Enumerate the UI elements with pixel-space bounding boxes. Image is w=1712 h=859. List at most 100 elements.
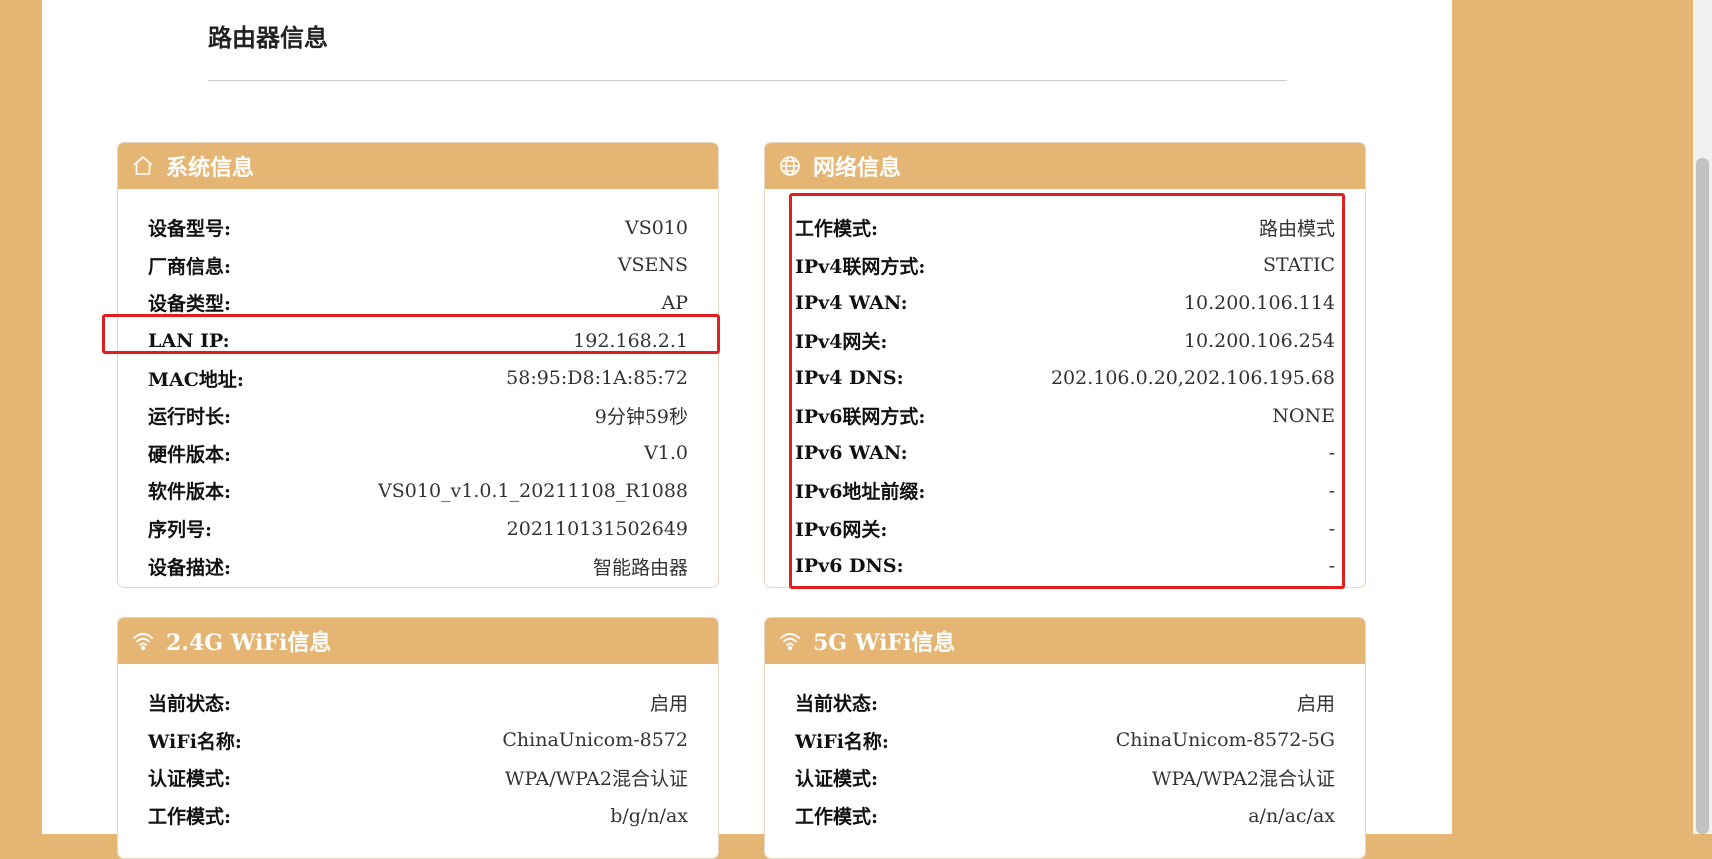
- info-row-value: V1.0: [644, 442, 688, 465]
- info-row-label: 认证模式:: [148, 768, 232, 791]
- info-row-label: IPv6地址前缀:: [795, 481, 926, 504]
- router-info-page: 路由器信息 系统信息 设备型号: VS010 厂商信息: VSENS 设备类型: AP LA…: [42, 0, 1452, 859]
- info-row: IPv6 DNS: -: [795, 547, 1335, 585]
- vertical-scrollbar[interactable]: [1693, 0, 1712, 834]
- info-row: IPv6 WAN: -: [795, 435, 1335, 473]
- info-row-label: LAN IP:: [148, 329, 230, 352]
- info-row-label: IPv4网关:: [795, 331, 888, 354]
- info-row-value: ChinaUnicom-8572-5G: [1115, 729, 1335, 752]
- info-row-label: 运行时长:: [148, 406, 232, 429]
- info-row: 当前状态: 启用: [148, 684, 688, 722]
- info-row: WiFi名称: ChinaUnicom-8572: [148, 722, 688, 760]
- info-row-label: 硬件版本:: [148, 443, 232, 466]
- info-row-value: a/n/ac/ax: [1248, 804, 1335, 827]
- info-row: 运行时长: 9分钟59秒: [148, 397, 688, 435]
- network-info-header: 网络信息: [765, 143, 1365, 189]
- info-row: LAN IP: 192.168.2.1: [148, 322, 688, 360]
- info-row-value: 10.200.106.114: [1183, 291, 1335, 314]
- info-row-label: 认证模式:: [795, 768, 879, 791]
- info-row-label: WiFi名称:: [148, 730, 242, 753]
- wifi-5g-rows: 当前状态: 启用 WiFi名称: ChinaUnicom-8572-5G 认证模式: WP…: [765, 664, 1365, 834]
- info-row: 厂商信息: VSENS: [148, 247, 688, 285]
- info-row-label: 设备描述:: [148, 556, 232, 579]
- info-row-label: IPv4联网方式:: [795, 255, 926, 278]
- info-row-label: 当前状态:: [148, 693, 232, 716]
- info-row-label: 设备型号:: [148, 218, 232, 241]
- info-row-label: MAC地址:: [148, 368, 244, 391]
- info-row: 设备型号: VS010: [148, 209, 688, 247]
- info-row-value: -: [1328, 555, 1335, 578]
- wifi-5g-header: 5G WiFi信息: [765, 618, 1365, 664]
- wifi-5g-card: 5G WiFi信息 当前状态: 启用 WiFi名称: ChinaUnicom-8572…: [764, 617, 1366, 859]
- system-info-header: 系统信息: [118, 143, 718, 189]
- info-row-value: 智能路由器: [592, 556, 688, 579]
- system-info-rows: 设备型号: VS010 厂商信息: VSENS 设备类型: AP LAN IP: 192.16…: [118, 189, 718, 585]
- info-row-label: 工作模式:: [795, 218, 879, 241]
- info-row-label: IPv4 WAN:: [795, 291, 908, 314]
- info-row-label: 设备类型:: [148, 293, 232, 316]
- info-row-value: -: [1328, 442, 1335, 465]
- scrollbar-thumb[interactable]: [1696, 158, 1709, 834]
- info-row-value: 路由模式: [1258, 218, 1335, 241]
- wifi-24g-header: 2.4G WiFi信息: [118, 618, 718, 664]
- info-row: 序列号: 202110131502649: [148, 510, 688, 548]
- info-row: 软件版本: VS010_v1.0.1_20211108_R1088: [148, 472, 688, 510]
- info-row-value: 启用: [649, 693, 688, 716]
- title-divider: [208, 80, 1287, 81]
- info-row-label: WiFi名称:: [795, 730, 889, 753]
- info-row-value: 9分钟59秒: [594, 406, 688, 429]
- info-row-value: STATIC: [1262, 254, 1335, 277]
- info-row: 设备类型: AP: [148, 284, 688, 322]
- info-row-label: 工作模式:: [148, 806, 232, 829]
- info-row-label: 软件版本:: [148, 481, 232, 504]
- wifi-24g-card: 2.4G WiFi信息 当前状态: 启用 WiFi名称: ChinaUnicom-85…: [117, 617, 719, 859]
- info-row-label: 工作模式:: [795, 806, 879, 829]
- wifi-24g-title: 2.4G WiFi信息: [166, 630, 332, 656]
- info-row-value: 192.168.2.1: [573, 329, 688, 352]
- info-row-label: 厂商信息:: [148, 255, 232, 278]
- info-row-label: 序列号:: [148, 519, 213, 542]
- info-row: 认证模式: WPA/WPA2混合认证: [148, 759, 688, 797]
- wifi-icon: [130, 628, 156, 654]
- info-row-value: VS010_v1.0.1_20211108_R1088: [378, 479, 688, 502]
- network-info-rows: 工作模式: 路由模式 IPv4联网方式: STATIC IPv4 WAN: 10.200.…: [765, 189, 1365, 585]
- info-row-value: WPA/WPA2混合认证: [504, 768, 688, 791]
- info-row: 工作模式: b/g/n/ax: [148, 797, 688, 835]
- wifi-icon: [777, 628, 803, 654]
- info-row: IPv4联网方式: STATIC: [795, 247, 1335, 285]
- info-row-value: 202110131502649: [506, 517, 688, 540]
- info-row: IPv6地址前缀: -: [795, 472, 1335, 510]
- info-row-label: 当前状态:: [795, 693, 879, 716]
- info-row-value: WPA/WPA2混合认证: [1151, 768, 1335, 791]
- info-row-value: -: [1328, 517, 1335, 540]
- info-row-label: IPv6网关:: [795, 519, 888, 542]
- network-info-card: 网络信息 工作模式: 路由模式 IPv4联网方式: STATIC IPv4 WAN: 10…: [764, 142, 1366, 588]
- info-row-value: AP: [661, 291, 688, 314]
- info-row: IPv4网关: 10.200.106.254: [795, 322, 1335, 360]
- info-row-value: b/g/n/ax: [610, 804, 688, 827]
- info-row-value: 10.200.106.254: [1183, 329, 1335, 352]
- info-row: 工作模式: 路由模式: [795, 209, 1335, 247]
- info-row: IPv4 WAN: 10.200.106.114: [795, 284, 1335, 322]
- info-row-value: -: [1328, 479, 1335, 502]
- info-row-label: IPv6联网方式:: [795, 406, 926, 429]
- wifi-5g-title: 5G WiFi信息: [813, 630, 956, 656]
- info-row: IPv6网关: -: [795, 510, 1335, 548]
- info-row: 当前状态: 启用: [795, 684, 1335, 722]
- info-row-value: ChinaUnicom-8572: [502, 729, 688, 752]
- home-icon: [130, 153, 156, 179]
- info-row-value: NONE: [1272, 404, 1335, 427]
- info-row: IPv6联网方式: NONE: [795, 397, 1335, 435]
- info-row: 工作模式: a/n/ac/ax: [795, 797, 1335, 835]
- info-row-value: 202.106.0.20,202.106.195.68: [1050, 367, 1335, 390]
- globe-icon: [777, 153, 803, 179]
- info-row-value: VS010: [624, 216, 688, 239]
- info-row: IPv4 DNS: 202.106.0.20,202.106.195.68: [795, 359, 1335, 397]
- info-row-value: 58:95:D8:1A:85:72: [506, 367, 688, 390]
- info-row: 设备描述: 智能路由器: [148, 547, 688, 585]
- info-row: 认证模式: WPA/WPA2混合认证: [795, 759, 1335, 797]
- info-row: MAC地址: 58:95:D8:1A:85:72: [148, 359, 688, 397]
- info-row-value: 启用: [1296, 693, 1335, 716]
- info-row-value: VSENS: [617, 254, 688, 277]
- info-row-label: IPv6 WAN:: [795, 442, 908, 465]
